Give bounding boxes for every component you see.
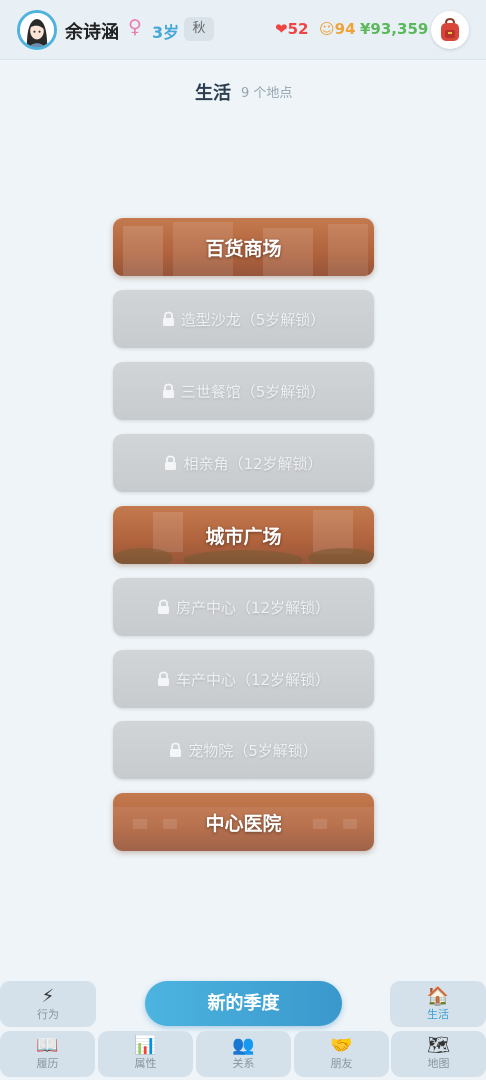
location-card-real-estate: 房产中心（12岁解锁） <box>113 578 374 636</box>
chart-icon: 📊 <box>134 1035 157 1056</box>
location-label: 房产中心（12岁解锁） <box>175 598 331 617</box>
lock-icon <box>162 383 174 398</box>
lock-icon <box>170 742 182 757</box>
location-card-restaurant: 三世餐馆（5岁解锁） <box>113 362 374 420</box>
season-badge: 秋 <box>184 17 214 41</box>
life-button[interactable]: 🏠 生活 <box>390 981 486 1027</box>
tab-friends[interactable]: 🤝 朋友 <box>294 1031 389 1077</box>
location-label: 城市广场 <box>205 525 282 548</box>
location-card-matchmaking: 相亲角（12岁解锁） <box>113 434 374 492</box>
mood-stat: ☺94 <box>319 20 356 38</box>
location-card-salon: 造型沙龙（5岁解锁） <box>113 290 374 348</box>
new-season-button[interactable]: 新的季度 <box>145 981 342 1026</box>
location-label: 中心医院 <box>205 812 282 835</box>
action-label: 行为 <box>37 1008 59 1021</box>
location-card-hospital[interactable]: 中心医院 <box>113 793 374 851</box>
top-status-bar: 余诗涵 ♀ 3岁 秋 ❤52 ☺94 ¥93,359 <box>0 0 486 60</box>
lock-icon <box>165 455 177 470</box>
location-count: 9 个地点 <box>241 86 293 101</box>
tab-label: 地图 <box>427 1057 450 1070</box>
health-stat: ❤52 <box>275 20 309 38</box>
money-stat: ¥93,359 <box>360 20 429 38</box>
location-label: 三世餐馆（5岁解锁） <box>180 382 326 401</box>
section-title: 生活 <box>195 83 231 104</box>
tab-attributes[interactable]: 📊 属性 <box>98 1031 193 1077</box>
lightning-icon: ⚡ <box>41 986 55 1007</box>
backpack-icon <box>441 17 459 41</box>
action-button[interactable]: ⚡ 行为 <box>0 981 96 1027</box>
lock-icon <box>157 671 169 686</box>
tab-history[interactable]: 📖 履历 <box>0 1031 95 1077</box>
location-card-city-plaza[interactable]: 城市广场 <box>113 506 374 564</box>
character-name: 余诗涵 <box>65 22 119 43</box>
avatar-girl-icon <box>20 13 54 47</box>
tab-label: 属性 <box>134 1057 157 1070</box>
location-label: 百货商场 <box>205 237 282 260</box>
tab-relations[interactable]: 👥 关系 <box>196 1031 291 1077</box>
handshake-icon: 🤝 <box>330 1035 353 1056</box>
lock-icon <box>162 311 174 326</box>
lock-icon <box>157 599 169 614</box>
tab-label: 关系 <box>232 1057 255 1070</box>
location-label: 宠物院（5岁解锁） <box>188 741 318 760</box>
location-card-department-store[interactable]: 百货商场 <box>113 218 374 276</box>
location-card-pet-clinic: 宠物院（5岁解锁） <box>113 721 374 779</box>
people-icon: 👥 <box>232 1035 255 1056</box>
gender-female-icon: ♀ <box>128 16 142 38</box>
house-icon: 🏠 <box>426 986 450 1007</box>
tab-map[interactable]: 🗺 地图 <box>391 1031 486 1077</box>
location-label: 相亲角（12岁解锁） <box>183 454 323 473</box>
backpack-button[interactable] <box>431 11 469 49</box>
location-label: 车产中心（12岁解锁） <box>175 670 331 689</box>
age-label: 3岁 <box>152 23 180 42</box>
book-icon: 📖 <box>36 1035 59 1056</box>
tab-label: 履历 <box>36 1057 59 1070</box>
location-card-car-center: 车产中心（12岁解锁） <box>113 650 374 708</box>
location-label: 造型沙龙（5岁解锁） <box>180 310 326 329</box>
tab-label: 朋友 <box>330 1057 353 1070</box>
map-icon: 🗺 <box>427 1035 450 1056</box>
life-label: 生活 <box>427 1008 449 1021</box>
avatar[interactable] <box>17 10 57 50</box>
